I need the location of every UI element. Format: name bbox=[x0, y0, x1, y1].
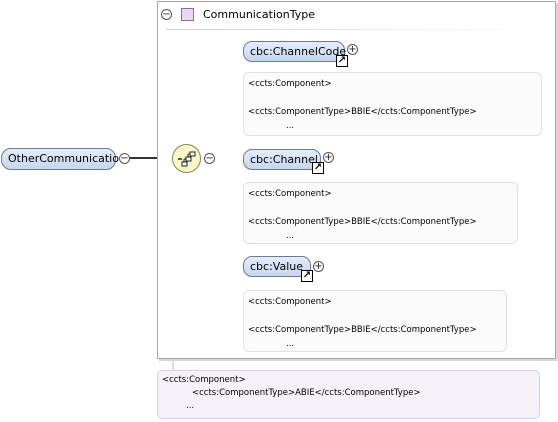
expand-icon[interactable]: + bbox=[313, 261, 324, 272]
expand-icon[interactable]: + bbox=[347, 44, 358, 55]
doc-line: ... bbox=[286, 121, 295, 131]
reference-arrow-icon: ↗ bbox=[312, 162, 324, 174]
doc-line: <ccts:ComponentType>BBIE</ccts:Component… bbox=[248, 217, 477, 227]
element-label: cbc:ChannelCode bbox=[250, 45, 347, 58]
sequence-compositor[interactable] bbox=[172, 144, 201, 173]
collapse-icon[interactable]: − bbox=[161, 9, 172, 20]
doc-line: <ccts:Component> bbox=[248, 79, 332, 89]
element-documentation: <ccts:Component> <ccts:ComponentType>BBI… bbox=[243, 182, 518, 244]
collapse-icon[interactable]: − bbox=[119, 153, 130, 164]
reference-arrow-icon: ↗ bbox=[336, 55, 348, 67]
element-node-channel[interactable]: cbc:Channel bbox=[243, 149, 321, 170]
doc-line: ... bbox=[286, 231, 295, 241]
sequence-compositor-icon bbox=[178, 151, 196, 167]
complex-type-name: CommunicationType bbox=[203, 8, 315, 21]
doc-line: <ccts:ComponentType>BBIE</ccts:Component… bbox=[248, 325, 477, 335]
doc-line: <ccts:ComponentType>BBIE</ccts:Component… bbox=[248, 107, 477, 117]
doc-line: ... bbox=[286, 339, 295, 349]
reference-arrow-icon: ↗ bbox=[301, 270, 313, 282]
doc-line: ... bbox=[186, 401, 195, 411]
element-label: cbc:Channel bbox=[250, 153, 318, 166]
element-node-channelcode[interactable]: cbc:ChannelCode bbox=[243, 41, 347, 62]
complex-type-icon bbox=[181, 8, 194, 21]
collapse-icon[interactable]: − bbox=[204, 153, 215, 164]
element-documentation: <ccts:Component> <ccts:ComponentType>BBI… bbox=[243, 290, 507, 352]
expand-icon[interactable]: + bbox=[323, 152, 334, 163]
doc-line: <ccts:Component> bbox=[162, 375, 246, 385]
element-label: cbc:Value bbox=[250, 260, 303, 273]
doc-line: <ccts:Component> bbox=[248, 297, 332, 307]
complex-type-documentation: <ccts:Component> <ccts:ComponentType>ABI… bbox=[157, 370, 540, 419]
element-documentation: <ccts:Component> <ccts:ComponentType>BBI… bbox=[243, 72, 542, 136]
type-header-divider bbox=[166, 29, 536, 30]
doc-line: <ccts:Component> bbox=[248, 189, 332, 199]
root-element-label: OtherCommunication bbox=[8, 152, 126, 165]
root-element-node[interactable]: OtherCommunication bbox=[1, 148, 126, 170]
doc-line: <ccts:ComponentType>ABIE</ccts:Component… bbox=[192, 388, 421, 398]
